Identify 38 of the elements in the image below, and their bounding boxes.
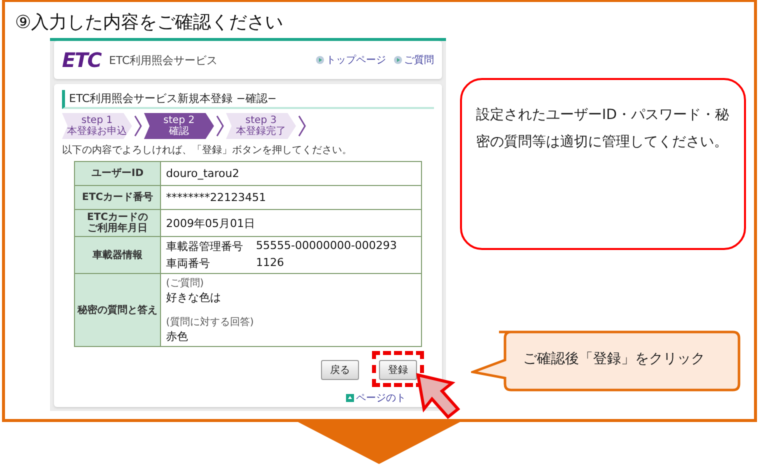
row-value: 2009年05月01日 xyxy=(166,216,256,230)
row-value: douro_tarou2 xyxy=(166,167,240,180)
row-value: 好きな色は xyxy=(166,290,222,305)
field-name: 車載器管理番号 xyxy=(166,239,244,254)
step-indicator: step 2 確認 xyxy=(144,113,214,139)
row-label: 車載器情報 xyxy=(75,237,161,273)
chevron-icon xyxy=(298,115,306,137)
field-name: 車両番号 xyxy=(166,256,211,271)
callout-text: ご確認後「登録」をクリック xyxy=(523,350,705,368)
header-link[interactable]: トップページ xyxy=(316,53,386,67)
row-value: ********22123451 xyxy=(166,191,267,204)
bullet-icon xyxy=(394,56,402,64)
row-value: 55555-00000000-000293 xyxy=(256,239,397,254)
instruction-text: 以下の内容でよろしければ、「登録」ボタンを押してください。 xyxy=(62,144,353,157)
slide-title: ⑨入力した内容をご確認ください xyxy=(14,11,284,35)
step-indicator: step 3 本登録完了 xyxy=(226,113,296,139)
row-label: ETCカードの xyxy=(87,212,148,223)
field-caption: (質問に対する回答) xyxy=(166,316,255,329)
form-button[interactable]: 戻る xyxy=(321,360,359,380)
note-text: 設定されたユーザーID・パスワード・秘密の質問等は適切に管理してください。 xyxy=(476,106,730,152)
step-indicator: step 1 本登録お申込 xyxy=(62,113,132,139)
chevron-icon xyxy=(134,115,142,137)
row-value: 1126 xyxy=(256,256,284,271)
site-logo: ETC xyxy=(62,48,101,72)
up-arrow-icon xyxy=(346,394,354,402)
row-label: 秘密の質問と答え xyxy=(75,274,161,346)
bullet-icon xyxy=(316,56,324,64)
row-value: 赤色 xyxy=(166,329,189,344)
field-caption: (ご質問) xyxy=(166,276,205,290)
row-label: ETCカード番号 xyxy=(75,186,161,209)
site-name: ETC利用照会サービス xyxy=(108,52,219,68)
page-heading: ETC利用照会サービス新規本登録 −確認− xyxy=(62,90,434,109)
form-button[interactable]: 登録 xyxy=(379,360,417,380)
row-label: ユーザーID xyxy=(75,162,161,185)
header-link[interactable]: ご質問 xyxy=(394,53,434,67)
chevron-icon xyxy=(216,115,224,137)
page-top-link[interactable]: ページのト xyxy=(346,391,406,405)
row-label: ご利用年月日 xyxy=(88,223,148,234)
